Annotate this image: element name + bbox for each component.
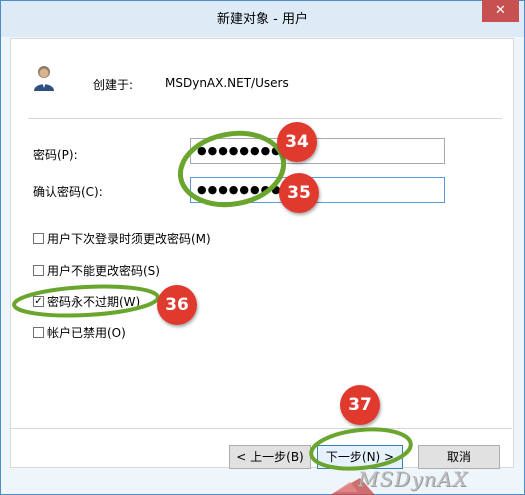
option-account-disabled-label: 帐户已禁用(O) <box>47 326 126 340</box>
cancel-button[interactable]: 取消 <box>418 445 500 469</box>
back-button[interactable]: < 上一步(B) <box>229 445 311 469</box>
created-in-label: 创建于: <box>93 78 134 92</box>
option-cannot-change-label: 用户不能更改密码(S) <box>47 264 160 278</box>
option-never-expires-label: 密码永不过期(W) <box>47 295 141 309</box>
close-button[interactable]: ✕ <box>482 0 519 22</box>
divider <box>28 118 502 119</box>
container-path: MSDynAX.NET/Users <box>165 76 289 90</box>
callout-badge: 34 <box>277 122 317 162</box>
dialog-content <box>10 38 514 468</box>
password-field[interactable]: ●●●●●●●● <box>190 138 445 164</box>
option-must-change-label: 用户下次登录时须更改密码(M) <box>47 232 211 246</box>
checkbox-account-disabled[interactable] <box>33 327 44 338</box>
checkbox-must-change-password[interactable] <box>33 233 44 244</box>
callout-badge: 35 <box>279 173 319 213</box>
watermark-text: MSDynAX <box>358 467 469 491</box>
window-title: 新建对象 - 用户 <box>217 12 308 27</box>
divider <box>10 428 512 429</box>
password-label: 密码(P): <box>33 148 78 162</box>
callout-badge: 36 <box>157 285 197 325</box>
checkbox-password-never-expires[interactable]: ✓ <box>33 296 44 307</box>
checkbox-cannot-change-password[interactable] <box>33 265 44 276</box>
confirm-password-label: 确认密码(C): <box>33 185 103 199</box>
user-icon <box>34 66 54 91</box>
callout-badge: 37 <box>340 385 380 425</box>
title-bar: 新建对象 - 用户 <box>1 1 524 37</box>
next-button[interactable]: 下一步(N) > <box>317 445 403 469</box>
